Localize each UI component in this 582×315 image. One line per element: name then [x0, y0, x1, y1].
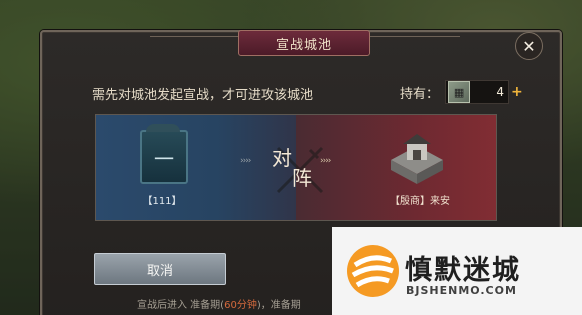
- cancel-button[interactable]: 取消: [94, 253, 226, 285]
- title-ornament-right: [370, 36, 460, 49]
- versus-char-2: 阵: [292, 166, 312, 190]
- close-icon: ✕: [522, 36, 536, 56]
- token-icon: ▦: [448, 81, 471, 103]
- footer-highlight: 60分钟: [224, 300, 257, 311]
- watermark-title: 慎默迷城: [405, 255, 521, 286]
- holding-label: 持有：: [400, 86, 440, 102]
- footer-suffix: )，准备期: [256, 300, 301, 311]
- close-button[interactable]: ✕: [515, 32, 543, 60]
- title-ornament-left: [150, 36, 240, 49]
- banner-icon: 一: [140, 124, 188, 184]
- notice-text: 需先对城池发起宣战，才可进攻该城池: [92, 88, 314, 103]
- banner-text: 一: [154, 146, 174, 171]
- versus-label: 对 阵: [270, 142, 330, 192]
- watermark-logo-icon: [347, 245, 399, 297]
- arrows-left: ››››: [240, 156, 251, 166]
- token-count: 4: [496, 85, 505, 99]
- defender-name: 【殷商】来安: [390, 196, 450, 207]
- game-scene: 宣战城池 ✕ 需先对城池发起宣战，才可进攻该城池 持有： ▦ 4 + 一 【11…: [0, 0, 582, 315]
- dialog-title: 宣战城池: [238, 30, 370, 56]
- holding-display: 持有： ▦ 4 +: [400, 80, 523, 104]
- arrows-right: ››››: [320, 156, 331, 166]
- footer-note: 宣战后进入 准备期(60分钟)，准备期: [137, 296, 301, 311]
- versus-char-1: 对: [272, 146, 292, 170]
- castle-icon: [391, 134, 443, 184]
- footer-prefix: 宣战后进入 准备期(: [137, 300, 225, 311]
- token-counter: ▦ 4: [445, 80, 510, 104]
- plus-icon[interactable]: +: [511, 84, 523, 100]
- attacker-name: 【111】: [142, 196, 182, 207]
- attacker-side: [96, 115, 296, 220]
- watermark-url: BJSHENMO.COM: [406, 284, 517, 297]
